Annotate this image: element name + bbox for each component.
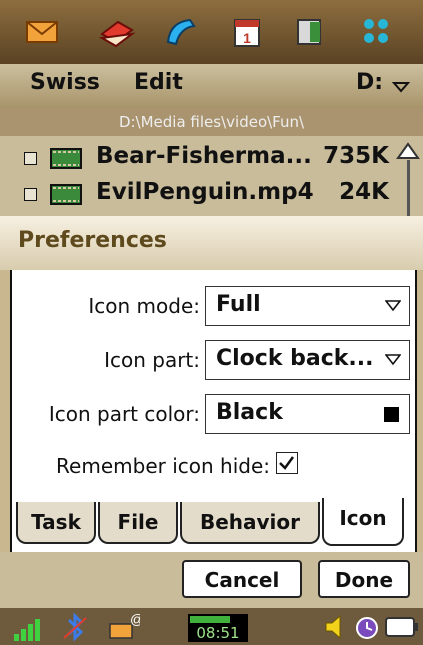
chevron-down-icon — [385, 300, 401, 312]
checkbox[interactable] — [24, 152, 37, 165]
file-name: EvilPenguin.mp4 — [96, 179, 314, 205]
file-name: Bear-Fisherma... — [96, 143, 312, 169]
icon-part-color-value: Black — [216, 400, 283, 425]
icon-mode-dropdown[interactable]: Full — [205, 286, 410, 326]
clock-time: 08:51 — [196, 624, 240, 642]
dialog-button-row: Cancel Done — [0, 552, 423, 608]
phone-icon[interactable] — [160, 14, 200, 50]
calendar-icon[interactable]: 1 — [227, 14, 267, 50]
checkbox[interactable] — [24, 188, 37, 201]
alarm-clock-icon — [356, 617, 378, 639]
icon-mode-value: Full — [216, 292, 261, 317]
icon-part-color-label: Icon part color: — [48, 402, 200, 426]
books-icon[interactable] — [96, 14, 136, 50]
svg-text:1: 1 — [243, 30, 251, 46]
drive-selector[interactable]: D: — [356, 70, 383, 95]
video-file-icon — [50, 148, 82, 169]
menu-bar: Swiss Edit D: — [0, 64, 423, 108]
scroll-up-icon[interactable] — [396, 140, 420, 160]
svg-text:@: @ — [130, 611, 140, 627]
clock-display: 08:51 — [188, 614, 248, 642]
contacts-icon[interactable] — [290, 14, 330, 50]
menu-edit[interactable]: Edit — [134, 70, 183, 95]
battery-icon — [385, 617, 418, 637]
tab-task[interactable]: Task — [16, 502, 96, 544]
cancel-button[interactable]: Cancel — [182, 560, 302, 598]
clock-bar — [190, 616, 230, 623]
done-button[interactable]: Done — [318, 560, 410, 598]
icon-part-value: Clock back... — [216, 346, 374, 371]
path-breadcrumb: D:\Media files\video\Fun\ — [0, 108, 423, 136]
tab-bar: Task File Behavior Icon — [10, 498, 417, 552]
file-size: 735K — [323, 143, 389, 169]
color-swatch — [384, 407, 399, 422]
icon-part-color-picker[interactable]: Black — [205, 394, 410, 434]
scrollbar[interactable] — [407, 160, 410, 216]
volume-icon — [325, 614, 341, 640]
chevron-down-icon — [385, 354, 401, 366]
list-item[interactable]: Bear-Fisherma... 735K — [0, 140, 395, 176]
status-bar: @ 08:51 — [0, 608, 423, 645]
signal-strength-icon — [14, 619, 40, 641]
file-size: 24K — [339, 179, 389, 205]
checkmark-icon — [279, 456, 295, 470]
preferences-panel: Icon mode: Full Icon part: Clock back...… — [10, 270, 417, 498]
remember-icon-hide-checkbox[interactable] — [276, 452, 298, 474]
remember-icon-hide-label: Remember icon hide: — [56, 454, 270, 478]
dialog-header: Preferences — [0, 216, 423, 270]
list-item[interactable]: EvilPenguin.mp4 24K — [0, 176, 395, 212]
bluetooth-icon — [63, 612, 87, 642]
tab-behavior[interactable]: Behavior — [180, 502, 320, 544]
icon-part-label: Icon part: — [104, 348, 200, 372]
chevron-down-icon[interactable] — [392, 81, 410, 93]
video-file-icon — [50, 184, 82, 205]
tab-file[interactable]: File — [98, 502, 178, 544]
top-app-bar: 1 — [0, 0, 423, 64]
dialog-title: Preferences — [18, 228, 167, 253]
apps-grid-icon[interactable] — [356, 14, 396, 50]
mail-notification-icon: @ — [109, 611, 140, 639]
tab-icon[interactable]: Icon — [322, 498, 404, 546]
menu-swiss[interactable]: Swiss — [30, 70, 100, 95]
file-list: Bear-Fisherma... 735K EvilPenguin.mp4 24… — [0, 136, 423, 216]
icon-part-dropdown[interactable]: Clock back... — [205, 340, 410, 380]
mail-icon[interactable] — [22, 14, 62, 50]
icon-mode-label: Icon mode: — [88, 294, 200, 318]
